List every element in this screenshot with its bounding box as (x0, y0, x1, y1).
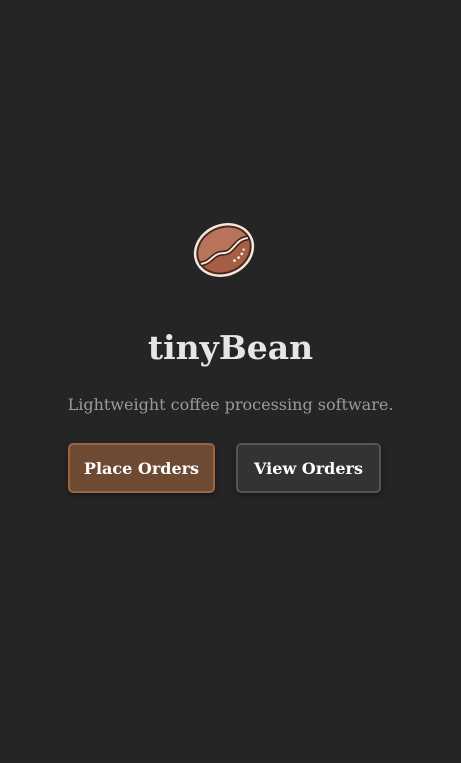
place-orders-button[interactable]: Place Orders (68, 443, 215, 493)
coffee-bean-icon (191, 219, 257, 281)
view-orders-button[interactable]: View Orders (236, 443, 381, 493)
view-orders-label: View Orders (254, 458, 363, 478)
place-orders-label: Place Orders (83, 458, 200, 478)
app-title: tinyBean (147, 328, 314, 367)
app-tagline: Lightweight coffee processing software. (67, 395, 394, 414)
